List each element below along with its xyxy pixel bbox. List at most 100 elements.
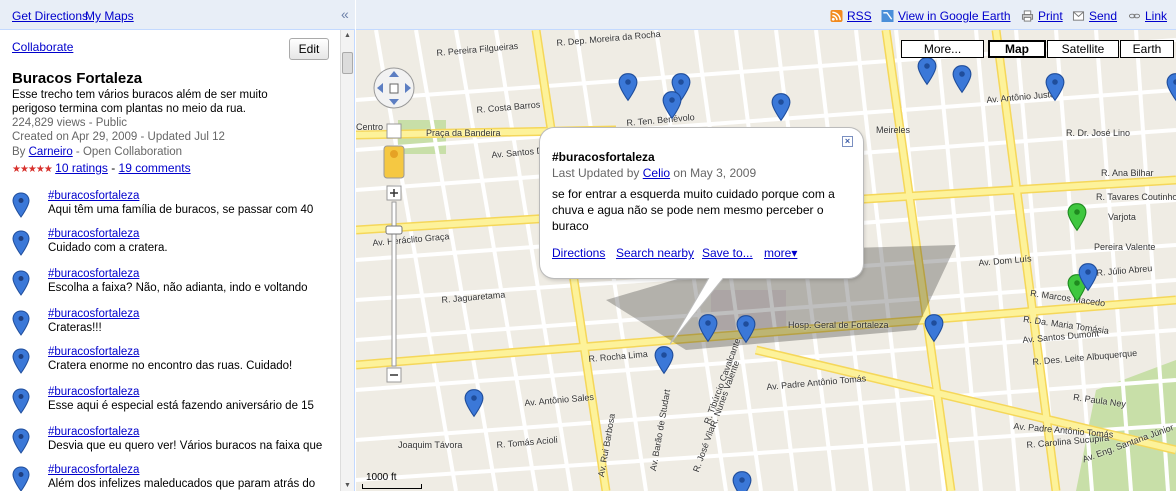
list-item[interactable]: #buracosfortaleza Crateras!!!	[12, 308, 337, 344]
rss-link[interactable]: RSS	[847, 9, 872, 23]
map-type-map-button[interactable]: Map	[988, 40, 1046, 58]
list-item[interactable]: #buracosfortaleza Além dos infelizes male…	[12, 464, 337, 491]
close-icon[interactable]: ×	[842, 136, 853, 147]
blue-marker-icon[interactable]	[917, 56, 937, 86]
rating-stars[interactable]: ★★★★★	[12, 164, 53, 175]
marker-pin-icon[interactable]	[12, 348, 30, 374]
list-item[interactable]: #buracosfortaleza Escolha a faixa? Não, n…	[12, 268, 337, 304]
send-item[interactable]: Send	[1072, 9, 1117, 23]
blue-marker-icon[interactable]	[736, 314, 756, 344]
blue-marker-icon[interactable]	[1045, 72, 1065, 102]
list-item[interactable]: #buracosfortaleza Desvia que eu quero ver…	[12, 426, 337, 462]
info-body: se for entrar a esquerda muito cuidado p…	[552, 187, 835, 233]
info-window-tail	[670, 276, 728, 345]
blue-marker-icon[interactable]	[618, 72, 638, 102]
list-item-title[interactable]: #buracosfortaleza	[48, 190, 139, 202]
more-actions-link[interactable]: more▾	[764, 246, 797, 260]
search-nearby-link[interactable]: Search nearby	[616, 246, 694, 260]
scroll-up-icon[interactable]: ▲	[344, 32, 351, 39]
map-type-earth-button[interactable]: Earth	[1120, 40, 1174, 58]
blue-marker-icon[interactable]	[662, 90, 682, 120]
blue-marker-icon[interactable]	[732, 470, 752, 491]
chain-link-icon	[1128, 13, 1141, 19]
get-directions-tab[interactable]: Get Directions	[12, 9, 88, 23]
author-link[interactable]: Carneiro	[29, 146, 73, 158]
marker-pin-icon[interactable]	[12, 466, 30, 491]
print-link[interactable]: Print	[1038, 9, 1063, 23]
link-item[interactable]: Link	[1128, 9, 1167, 23]
edit-button[interactable]: Edit	[289, 38, 329, 60]
marker-pin-icon[interactable]	[12, 192, 30, 218]
map-type-satellite-button[interactable]: Satellite	[1047, 40, 1119, 58]
view-count: 224,829 views - Public	[12, 117, 128, 129]
blue-marker-icon[interactable]	[952, 64, 972, 94]
blue-marker-icon[interactable]	[771, 92, 791, 122]
updated-user-link[interactable]: Celio	[643, 166, 670, 180]
map-canvas[interactable]: R. Dep. Moreira da Rocha R. Pereira Filgu…	[356, 30, 1176, 491]
directions-link[interactable]: Directions	[552, 246, 605, 260]
list-item-text: Aqui têm uma família de buracos, se pass…	[48, 204, 314, 216]
printer-icon	[1021, 10, 1034, 22]
rss-icon	[830, 10, 843, 22]
marker-pin-icon[interactable]	[12, 270, 30, 296]
map-toolbar: RSS View in Google Earth Print Send Link	[356, 0, 1176, 30]
info-title: #buracosfortaleza	[552, 150, 655, 164]
updated-suffix: on May 3, 2009	[670, 166, 757, 180]
zoom-slider-handle[interactable]	[385, 225, 403, 235]
street-label: Joaquim Távora	[398, 440, 463, 450]
print-item[interactable]: Print	[1021, 9, 1063, 23]
comments-link[interactable]: 19 comments	[119, 161, 191, 175]
ratings-link[interactable]: 10 ratings	[55, 161, 108, 175]
navigation-control[interactable]	[372, 66, 416, 386]
street-label: Praça da Bandeira	[426, 128, 501, 138]
blue-marker-icon[interactable]	[1078, 262, 1098, 292]
list-item-title[interactable]: #buracosfortaleza	[48, 426, 139, 438]
envelope-icon	[1072, 11, 1085, 21]
blue-marker-icon[interactable]	[1166, 72, 1176, 102]
map-scale: 1000 ft	[360, 472, 430, 490]
author-line: By Carneiro - Open Collaboration	[12, 146, 182, 158]
my-maps-tab[interactable]: My Maps	[85, 9, 134, 23]
list-item-text: Esse aqui é especial está fazendo aniver…	[48, 400, 314, 412]
author-prefix: By	[12, 146, 29, 158]
reset-view-icon[interactable]	[386, 123, 402, 139]
scroll-down-icon[interactable]: ▼	[344, 482, 351, 489]
link-link[interactable]: Link	[1145, 9, 1167, 23]
info-window: × #buracosfortaleza Last Updated by Celi…	[540, 128, 863, 345]
blue-marker-icon[interactable]	[924, 313, 944, 343]
marker-pin-icon[interactable]	[12, 230, 30, 256]
marker-pin-icon[interactable]	[12, 310, 30, 336]
blue-marker-icon[interactable]	[654, 345, 674, 375]
save-to-link[interactable]: Save to...	[702, 246, 753, 260]
marker-pin-icon[interactable]	[12, 428, 30, 454]
google-earth-icon	[881, 10, 894, 22]
map-title: Buracos Fortaleza	[12, 70, 143, 87]
street-label: Varjota	[1108, 212, 1136, 222]
list-item[interactable]: #buracosfortaleza Aqui têm uma família de…	[12, 190, 337, 226]
created-date: Created on Apr 29, 2009 - Updated Jul 12	[12, 131, 225, 143]
view-in-google-earth-link[interactable]: View in Google Earth	[898, 9, 1011, 23]
blue-marker-icon[interactable]	[464, 388, 484, 418]
collaborate-link[interactable]: Collaborate	[12, 40, 73, 54]
ratings-line: ★★★★★ 10 ratings - 19 comments	[12, 161, 191, 175]
list-item[interactable]: #buracosfortaleza Esse aqui é especial es…	[12, 386, 337, 422]
green-marker-icon[interactable]	[1067, 202, 1087, 232]
scroll-thumb[interactable]	[342, 52, 353, 74]
list-item-title[interactable]: #buracosfortaleza	[48, 308, 139, 320]
rss-item[interactable]: RSS	[830, 9, 872, 23]
collapse-panel-icon[interactable]: «	[341, 6, 349, 22]
list-item-title[interactable]: #buracosfortaleza	[48, 228, 139, 240]
list-item-title[interactable]: #buracosfortaleza	[48, 386, 139, 398]
list-item-text: Escolha a faixa? Não, não adianta, indo …	[48, 282, 308, 294]
earth-item[interactable]: View in Google Earth	[881, 9, 1011, 23]
list-item[interactable]: #buracosfortaleza Cratera enorme no encon…	[12, 346, 337, 382]
send-link[interactable]: Send	[1089, 9, 1117, 23]
list-item-title[interactable]: #buracosfortaleza	[48, 346, 139, 358]
panel-scrollbar[interactable]: ▲ ▼	[340, 30, 354, 491]
list-item-title[interactable]: #buracosfortaleza	[48, 268, 139, 280]
marker-pin-icon[interactable]	[12, 388, 30, 414]
list-item[interactable]: #buracosfortaleza Cuidado com a cratera.	[12, 228, 337, 264]
list-item-title[interactable]: #buracosfortaleza	[48, 464, 139, 476]
street-label: R. Dr. José Lino	[1066, 128, 1131, 138]
more-layers-button[interactable]: More...	[901, 40, 984, 58]
